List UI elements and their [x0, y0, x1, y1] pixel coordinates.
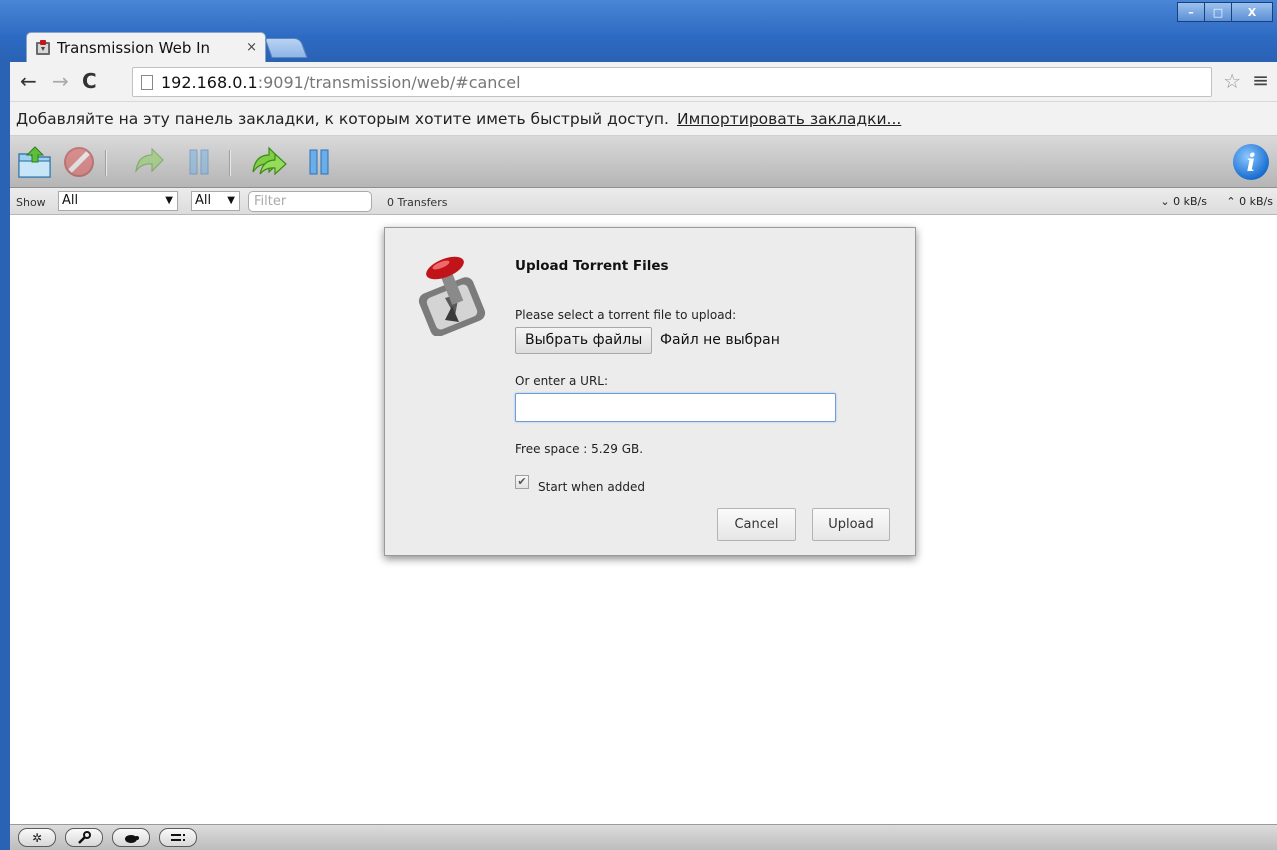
new-tab-button[interactable]: [264, 38, 308, 58]
chrome-menu-icon[interactable]: ≡: [1252, 68, 1269, 92]
upload-torrent-dialog: Upload Torrent Files Please select a tor…: [384, 227, 916, 556]
pause-all-icon[interactable]: [300, 142, 338, 182]
reload-button[interactable]: C: [82, 70, 97, 92]
dropdown-arrow-icon: ▼: [165, 195, 173, 206]
resume-all-icon[interactable]: [250, 142, 288, 182]
no-file-chosen-label: Файл не выбран: [660, 332, 780, 348]
filter-input[interactable]: Filter: [248, 191, 372, 212]
omnibar: ← → C 192.168.0.1:9091/transmission/web/…: [10, 62, 1277, 102]
main-toolbar: i: [10, 136, 1277, 188]
bottom-bar: ✲: [10, 824, 1277, 850]
title-bar: – □ X Transmission Web In ×: [0, 0, 1277, 62]
minimize-button[interactable]: –: [1177, 2, 1205, 22]
pause-selected-icon[interactable]: [180, 142, 218, 182]
url-host: 192.168.0.1: [161, 72, 258, 92]
import-bookmarks-link[interactable]: Импортировать закладки...: [677, 110, 901, 128]
upload-button[interactable]: Upload: [812, 508, 890, 541]
toolbar-separator: [105, 150, 106, 176]
back-button[interactable]: ←: [20, 70, 37, 92]
download-arrow-icon: ⌄: [1160, 195, 1170, 208]
forward-button[interactable]: →: [52, 70, 69, 92]
dropdown-arrow-icon: ▼: [227, 195, 235, 206]
settings-gear-icon[interactable]: ✲: [18, 828, 56, 847]
browser-window: – □ X Transmission Web In × ← → C 192.16…: [0, 0, 1277, 850]
upload-speed: ⌃ 0 kB/s: [1226, 195, 1273, 208]
bookmarks-hint: Добавляйте на эту панель закладки, к кот…: [16, 109, 669, 128]
close-tab-icon[interactable]: ×: [246, 40, 257, 55]
transfers-count: 0 Transfers: [387, 196, 448, 209]
tab-strip: Transmission Web In ×: [26, 32, 308, 62]
start-when-added-label: Start when added: [538, 480, 645, 494]
download-speed: ⌄ 0 kB/s: [1160, 195, 1207, 208]
maximize-button[interactable]: □: [1204, 2, 1232, 22]
state-filter-select[interactable]: All ▼: [58, 191, 178, 211]
filter-bar: Show All ▼ All ▼ Filter 0 Transfers ⌄ 0 …: [10, 188, 1277, 215]
transmission-web-page: i Show All ▼ All ▼ Filter 0 Transfers ⌄ …: [10, 136, 1277, 850]
turtle-speed-limit-icon[interactable]: [112, 828, 150, 847]
start-when-added-checkbox[interactable]: ✔: [515, 475, 529, 489]
bookmark-star-icon[interactable]: ☆: [1223, 69, 1241, 93]
compact-view-icon[interactable]: [159, 828, 197, 847]
upload-arrow-icon: ⌃: [1226, 195, 1236, 208]
toolbar-separator: [229, 150, 230, 176]
cancel-button[interactable]: Cancel: [717, 508, 796, 541]
tracker-filter-value: All: [195, 193, 212, 208]
tracker-filter-select[interactable]: All ▼: [191, 191, 240, 211]
url-label: Or enter a URL:: [515, 374, 609, 388]
tab-title: Transmission Web In: [57, 38, 211, 57]
show-label: Show: [16, 196, 46, 209]
open-torrent-icon[interactable]: [16, 142, 54, 182]
page-icon: [141, 74, 153, 90]
transmission-favicon-icon: [35, 39, 51, 56]
resume-selected-icon[interactable]: [130, 142, 168, 182]
dialog-title: Upload Torrent Files: [515, 258, 669, 274]
browser-tab[interactable]: Transmission Web In ×: [26, 32, 266, 62]
select-file-prompt: Please select a torrent file to upload:: [515, 308, 737, 322]
transmission-logo-icon: [415, 254, 493, 337]
info-icon[interactable]: i: [1233, 144, 1269, 180]
close-window-button[interactable]: X: [1231, 2, 1273, 22]
torrent-url-input[interactable]: [515, 393, 836, 422]
bookmarks-bar: Добавляйте на эту панель закладки, к кот…: [10, 102, 1277, 136]
choose-files-button[interactable]: Выбрать файлы: [515, 327, 653, 354]
free-space-label: Free space : 5.29 GB.: [515, 442, 644, 456]
preferences-wrench-icon[interactable]: [65, 828, 103, 847]
address-bar[interactable]: 192.168.0.1:9091/transmission/web/#cance…: [132, 67, 1212, 97]
window-controls: – □ X: [1177, 2, 1273, 22]
state-filter-value: All: [62, 193, 79, 208]
remove-torrent-icon[interactable]: [60, 142, 98, 182]
url-path: :9091/transmission/web/#cancel: [257, 72, 521, 92]
